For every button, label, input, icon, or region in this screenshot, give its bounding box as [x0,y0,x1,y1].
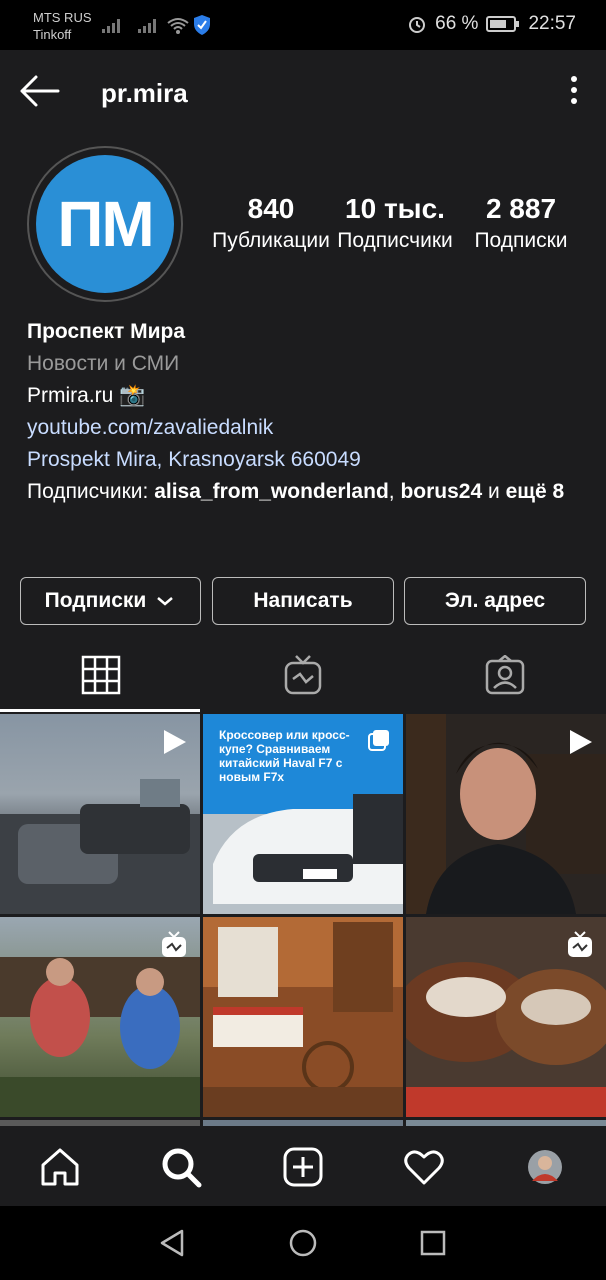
profile-tabs [0,640,606,710]
followed-by-sep: , [388,480,401,503]
system-home-icon[interactable] [288,1228,318,1258]
stat-followers[interactable]: 10 тыс. Подписчики [333,192,457,256]
vpn-shield-icon [194,15,210,35]
profile-address-link[interactable]: Prospekt Mira, Krasnoyarsk 660049 [27,444,587,476]
post-2-caption: Кроссовер или кросс-купе? Сравниваем кит… [219,728,350,784]
followed-by-user-2[interactable]: borus24 [400,480,482,503]
followers-count: 10 тыс. [345,193,445,224]
email-button-label: Эл. адрес [444,589,546,612]
igtv-icon [284,655,322,695]
system-navigation-bar [0,1206,606,1280]
alarm-icon [409,17,426,33]
tab-igtv[interactable] [202,640,404,710]
profile-avatar-ring[interactable]: ПМ [27,146,183,302]
profile-category: Новости и СМИ [27,352,180,375]
more-options-icon[interactable] [566,76,582,108]
wifi-icon [167,18,189,34]
profile-bio: Проспект Мира Новости и СМИ Prmira.ru 📸 … [27,316,587,508]
active-tab-indicator [0,709,200,712]
profile-avatar-icon [528,1150,562,1184]
profile-youtube-link[interactable]: youtube.com/zavaliedalnik [27,412,587,444]
status-bar: MTS RUS Tinkoff 66 % 22:57 [0,0,606,50]
home-icon [41,1148,79,1186]
nav-activity[interactable] [401,1144,447,1190]
posts-label: Публикации [212,229,330,252]
battery-percent: 66 % [435,13,479,34]
post-5-thumbnail [203,917,403,1117]
bottom-navigation [0,1126,606,1206]
search-icon [162,1148,202,1188]
profile-header: pr.mira [0,50,606,134]
profile-website[interactable]: Prmira.ru 📸 [27,380,587,412]
signal-icon-2 [138,19,156,33]
grid-post-6[interactable] [406,917,606,1117]
posts-count: 840 [247,193,295,224]
grid-icon [81,655,121,695]
post-3-video-icon [570,730,592,754]
followers-label: Подписчики [337,229,453,252]
following-count: 2 887 [485,193,557,224]
nav-search[interactable] [158,1144,204,1190]
profile-display-name: Проспект Мира [27,320,186,343]
followed-by-more[interactable]: ещё 8 [506,480,565,503]
heart-icon [404,1150,444,1185]
carrier-1: MTS RUS [33,10,92,25]
grid-post-1[interactable] [0,714,200,914]
nav-home[interactable] [37,1144,83,1190]
grid-post-5[interactable] [203,917,403,1117]
nav-profile[interactable] [522,1144,568,1190]
following-label: Подписки [474,229,568,252]
carrier-info: MTS RUS Tinkoff [33,9,92,43]
tab-tagged[interactable] [404,640,606,710]
message-button[interactable]: Написать [212,577,394,625]
stat-following[interactable]: 2 887 Подписки [460,192,582,256]
avatar-logo: ПМ [57,188,154,260]
post-2-carousel-icon [368,730,389,751]
add-post-icon [283,1147,323,1187]
system-recents-icon[interactable] [418,1228,448,1258]
grid-post-2[interactable]: Кроссовер или кросс-купе? Сравниваем кит… [203,714,403,914]
post-4-igtv-icon [162,931,186,957]
following-button[interactable]: Подписки [20,577,201,625]
signal-icon [102,19,120,33]
profile-avatar: ПМ [36,155,174,293]
grid-post-4[interactable] [0,917,200,1117]
stat-posts[interactable]: 840 Публикации [209,192,333,256]
nav-add-post[interactable] [280,1144,326,1190]
followed-by-suffix: и [482,480,506,503]
followed-by[interactable]: Подписчики: alisa_from_wonderland, borus… [27,476,587,508]
post-1-video-icon [164,730,186,754]
back-arrow-icon[interactable] [18,74,62,108]
profile-username: pr.mira [101,78,188,108]
status-right: 66 % 22:57 [407,13,576,35]
followed-by-prefix: Подписчики: [27,480,155,503]
battery-icon [486,16,520,32]
posts-grid: Кроссовер или кросс-купе? Сравниваем кит… [0,714,606,1126]
post-6-igtv-icon [568,931,592,957]
tagged-person-icon [485,655,525,695]
chevron-down-icon [157,597,174,606]
carrier-2: Tinkoff [33,27,72,42]
tab-grid[interactable] [0,640,202,710]
message-button-label: Написать [253,589,353,612]
grid-post-3[interactable] [406,714,606,914]
clock: 22:57 [528,13,576,34]
following-button-label: Подписки [44,589,147,612]
followed-by-user-1[interactable]: alisa_from_wonderland [154,480,389,503]
system-back-icon[interactable] [158,1228,188,1258]
email-button[interactable]: Эл. адрес [404,577,586,625]
